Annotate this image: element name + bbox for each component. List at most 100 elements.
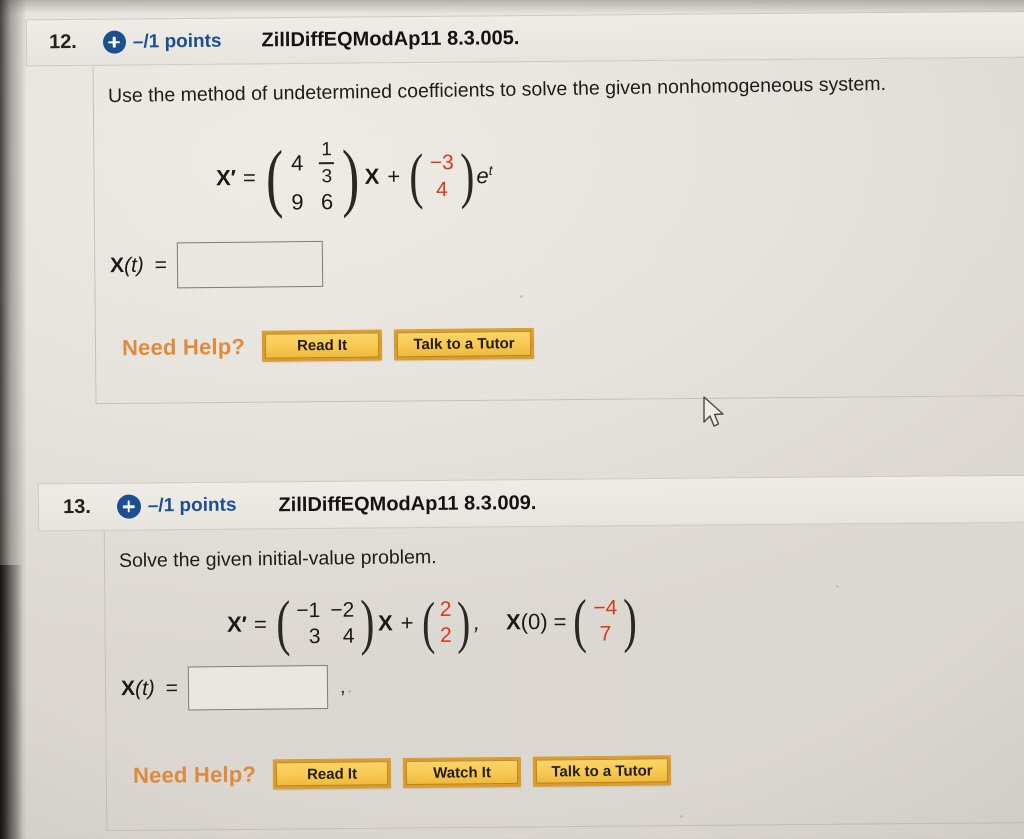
question-header-13: 13. –/1 points ZillDiffEQModAp11 8.3.009… xyxy=(37,474,1024,532)
read-it-button-13[interactable]: Read It xyxy=(272,758,392,790)
need-help-label-12: Need Help? xyxy=(121,333,246,360)
read-it-label: Read It xyxy=(264,332,380,359)
equation-13-vector: ( 2 2 ) xyxy=(418,589,473,655)
talk-to-a-tutor-label: Talk to a Tutor xyxy=(396,330,532,358)
need-help-row-13: Need Help? Read It Watch It Talk to a Tu… xyxy=(132,755,684,790)
talk-to-a-tutor-label: Talk to a Tutor xyxy=(535,758,669,784)
right-paren: ) xyxy=(459,141,475,211)
equation-12-equals: = xyxy=(242,165,256,191)
initial-vector-component-1: −4 xyxy=(593,596,618,620)
paper-speck xyxy=(836,585,839,588)
answer-label-equals: = xyxy=(154,253,168,277)
answer-row-13: X(t) = , xyxy=(121,665,346,711)
fraction-denominator: 3 xyxy=(321,166,333,188)
equation-13-comma: , xyxy=(473,609,481,635)
fraction-bar xyxy=(319,162,335,165)
left-paren: ( xyxy=(409,142,424,211)
question-points-13: –/1 points xyxy=(147,494,237,517)
answer-label-x: X xyxy=(120,677,136,701)
answer-row-12: X(t) = xyxy=(110,240,324,289)
equation-13: X′ = ( −1 −2 3 4 ) X + ( 2 2 ) , X (0) =… xyxy=(226,587,641,658)
question-title-13: ZillDiffEQModAp11 8.3.009. xyxy=(278,491,537,516)
answer-input-12[interactable] xyxy=(176,240,324,289)
initial-label-arg: (0) xyxy=(520,608,548,634)
question-number-12: 12. xyxy=(48,30,77,54)
vector-component-1: 2 xyxy=(439,597,452,621)
plus-circle-icon[interactable] xyxy=(116,494,141,519)
equation-13-matrix: ( −1 −2 3 4 ) xyxy=(273,588,379,658)
read-it-button-12[interactable]: Read It xyxy=(261,329,383,362)
equation-12-matrix: ( 4 1 3 9 6 ) xyxy=(261,134,364,220)
equation-13-plus: + xyxy=(400,609,414,635)
need-help-row-12: Need Help? Read It Talk to a Tutor xyxy=(121,327,547,362)
initial-vector-component-2: 7 xyxy=(599,621,612,646)
equation-12-exponential: et xyxy=(476,163,492,189)
answer-label-arg: (t) xyxy=(134,676,155,701)
equation-13-lhs: X′ xyxy=(226,611,248,637)
left-paren: ( xyxy=(421,589,436,655)
initial-label-x: X xyxy=(505,608,521,634)
paper-speck xyxy=(520,295,523,298)
right-paren: ) xyxy=(456,589,471,655)
matrix-cell-a22: 4 xyxy=(342,624,355,648)
equation-12-vector: ( −3 4 ) xyxy=(406,141,478,211)
matrix-12: 4 1 3 9 6 xyxy=(287,139,339,215)
answer-input-13[interactable] xyxy=(187,665,329,711)
matrix-cell-a11: 4 xyxy=(290,150,304,176)
equation-13-times-var: X xyxy=(377,609,393,636)
matrix-cell-a12-fraction: 1 3 xyxy=(319,139,335,188)
answer-label-12: X(t) = xyxy=(110,254,167,279)
screenshot-canvas: 12. –/1 points ZillDiffEQModAp11 8.3.005… xyxy=(0,0,1024,839)
answer-trailing-comma-13: , xyxy=(339,675,346,698)
watch-it-button-13[interactable]: Watch It xyxy=(402,756,522,789)
mouse-pointer-icon xyxy=(702,396,728,435)
equation-13-equals: = xyxy=(253,610,267,637)
vector-13: 2 2 xyxy=(438,598,454,647)
read-it-label: Read It xyxy=(275,761,389,787)
matrix-cell-a21: 3 xyxy=(308,624,321,648)
question-points-12: –/1 points xyxy=(132,30,222,52)
answer-label-13: X(t) = xyxy=(121,677,178,702)
equation-12-plus: + xyxy=(387,163,401,190)
paper-speck xyxy=(680,815,683,818)
need-help-label-13: Need Help? xyxy=(132,761,257,788)
answer-label-arg: (t) xyxy=(123,253,144,277)
initial-vector-group: ( −4 7 ) xyxy=(570,587,640,654)
matrix-cell-a22: 6 xyxy=(320,189,334,215)
initial-vector-13: −4 7 xyxy=(590,596,620,645)
left-paren: ( xyxy=(275,589,291,658)
exponential-exponent: t xyxy=(488,162,493,178)
matrix-cell-a11: −1 xyxy=(296,598,321,623)
vector-component-2: 2 xyxy=(439,623,452,647)
matrix-cell-a21: 9 xyxy=(291,189,304,215)
matrix-13: −1 −2 3 4 xyxy=(293,599,357,649)
initial-equals: = xyxy=(553,608,567,634)
initial-condition-13: X (0) = ( −4 7 ) xyxy=(505,587,641,654)
answer-label-x: X xyxy=(109,253,125,278)
question-number-13: 13. xyxy=(62,495,91,518)
right-paren: ) xyxy=(623,587,638,654)
watch-it-label: Watch It xyxy=(405,759,519,786)
paper-speck xyxy=(348,690,351,693)
equation-12-lhs: X′ xyxy=(215,165,237,191)
vector-component-1: −3 xyxy=(429,151,454,175)
answer-label-equals: = xyxy=(165,676,179,700)
fraction-numerator: 1 xyxy=(321,139,333,161)
question-header-12: 12. –/1 points ZillDiffEQModAp11 8.3.005… xyxy=(25,10,1024,67)
exponential-base: e xyxy=(476,163,489,189)
matrix-cell-a12: −2 xyxy=(330,598,355,622)
talk-to-a-tutor-button-13[interactable]: Talk to a Tutor xyxy=(532,755,672,787)
vector-component-2: 4 xyxy=(436,177,448,202)
equation-12-times-var: X xyxy=(364,164,380,190)
talk-to-a-tutor-button-12[interactable]: Talk to a Tutor xyxy=(393,327,535,361)
right-paren: ) xyxy=(342,134,361,220)
right-paren: ) xyxy=(360,588,376,657)
equation-12: X′ = ( 4 1 3 9 6 ) X + (−3 4) et xyxy=(215,134,493,220)
question-title-12: ZillDiffEQModAp11 8.3.005. xyxy=(261,27,520,52)
vector-12: −3 4 xyxy=(427,151,457,201)
plus-circle-icon[interactable] xyxy=(102,30,126,54)
question-prompt-13: Solve the given initial-value problem. xyxy=(118,546,437,572)
left-paren: ( xyxy=(573,587,588,654)
page-content: 12. –/1 points ZillDiffEQModAp11 8.3.005… xyxy=(0,0,1024,839)
left-paren: ( xyxy=(265,135,284,220)
